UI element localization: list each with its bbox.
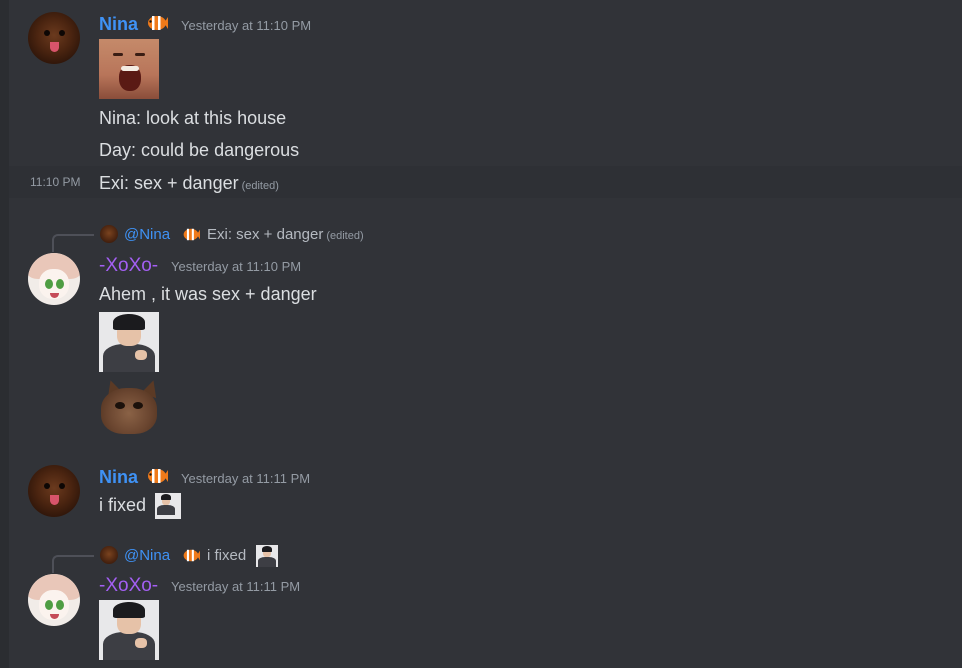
message-timestamp[interactable]: Yesterday at 11:11 PM — [181, 471, 310, 487]
nina-reply-avatar[interactable] — [100, 546, 118, 564]
xoxo-avatar[interactable] — [28, 574, 80, 626]
nina-username[interactable]: Nina — [99, 466, 138, 488]
edited-label: (edited) — [326, 230, 364, 242]
reply-mention[interactable]: @Nina — [124, 226, 170, 244]
message-text: i fixed — [99, 495, 147, 515]
man-pointing-sticker[interactable] — [99, 600, 159, 660]
hover-timestamp[interactable]: 11:10 PM — [30, 175, 80, 189]
nina-reply-avatar[interactable] — [100, 225, 118, 243]
man-pointing-sticker[interactable] — [99, 312, 159, 372]
nina-avatar[interactable] — [28, 12, 80, 64]
reply-connector — [52, 555, 94, 573]
nina-username[interactable]: Nina — [99, 13, 138, 35]
message-timestamp[interactable]: Yesterday at 11:10 PM — [171, 259, 301, 275]
channel-list-edge — [0, 0, 9, 668]
man-pointing-sticker — [256, 545, 278, 567]
reply-preview[interactable]: i fixed — [207, 547, 246, 565]
reply-connector — [52, 234, 94, 252]
man-pointing-sticker[interactable] — [155, 493, 181, 519]
clownfish-icon — [183, 549, 200, 562]
clownfish-icon[interactable] — [146, 13, 168, 33]
edited-label: (edited) — [241, 180, 279, 192]
message-timestamp[interactable]: Yesterday at 11:10 PM — [181, 18, 311, 34]
reply-mention[interactable]: @Nina — [124, 547, 170, 565]
message-text: Day: could be dangerous — [99, 140, 300, 160]
xoxo-username[interactable]: -XoXo- — [99, 575, 158, 597]
xoxo-avatar[interactable] — [28, 253, 80, 305]
nina-avatar[interactable] — [28, 465, 80, 517]
xoxo-username[interactable]: -XoXo- — [99, 255, 158, 277]
message-text: Exi: sex + danger (edited) — [99, 173, 279, 193]
message-text: Nina: look at this house — [99, 108, 287, 128]
clownfish-icon[interactable] — [146, 466, 168, 486]
screaming-face-sticker[interactable] — [99, 39, 159, 99]
message-text: Ahem , it was sex + danger — [99, 284, 317, 304]
reply-preview[interactable]: Exi: sex + danger (edited) — [207, 226, 364, 245]
message-timestamp[interactable]: Yesterday at 11:11 PM — [171, 579, 300, 595]
clownfish-icon — [183, 228, 200, 241]
message-list[interactable]: Nina Yesterday at 11:10 PM Nina: look at… — [0, 0, 962, 668]
cat-face-sticker[interactable] — [99, 378, 159, 438]
